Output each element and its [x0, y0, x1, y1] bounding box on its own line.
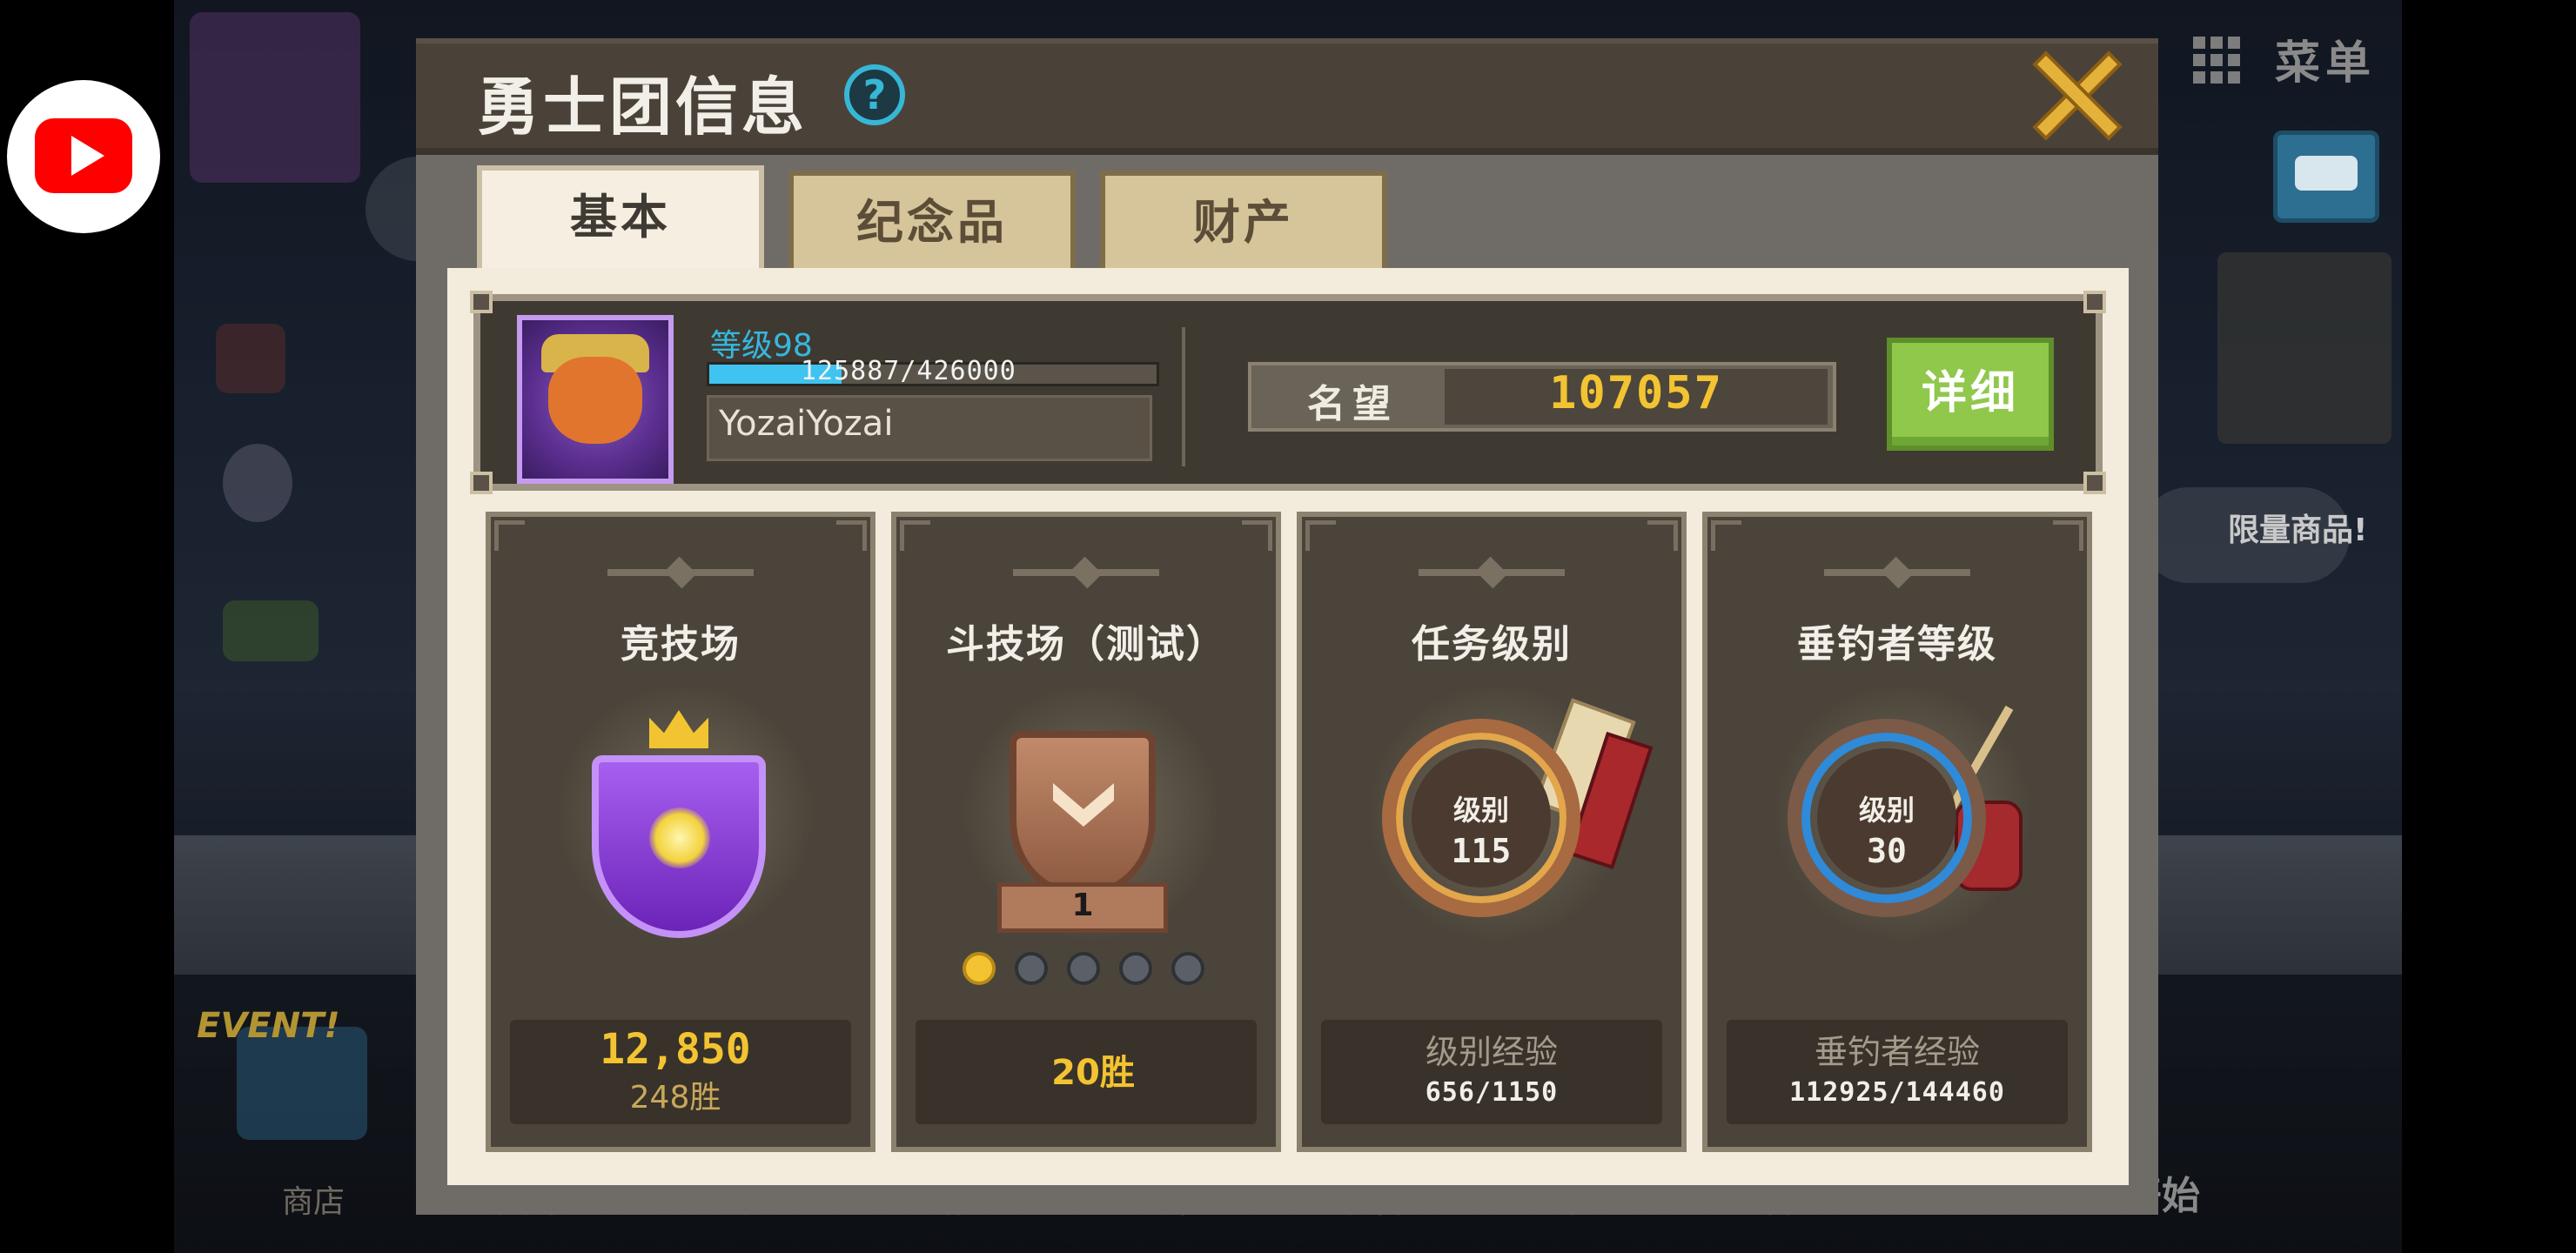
duel-rank: 1 — [1071, 888, 1094, 923]
level-label: 等级98 — [710, 328, 813, 364]
divider — [1182, 327, 1185, 466]
tab-basic[interactable]: 基本 — [477, 165, 764, 275]
card-ornament — [1013, 569, 1159, 576]
card-corner — [1711, 520, 1741, 551]
corner-ornament — [2083, 472, 2106, 494]
exp-text: 125887/426000 — [801, 356, 1016, 386]
card-corner — [1647, 520, 1678, 551]
quest-title: 任务级别 — [1412, 622, 1572, 667]
player-name: YozaiYozai — [719, 404, 894, 444]
duel-title: 斗技场（测试） — [946, 622, 1226, 667]
gamepad-icon[interactable] — [223, 600, 319, 661]
fishing-footer-value: 112925/144460 — [1789, 1077, 2005, 1108]
dialog-title: 勇士团信息 — [477, 70, 808, 144]
event-label: EVENT! — [197, 1006, 340, 1046]
card-corner — [1242, 520, 1272, 551]
corner-ornament — [470, 291, 493, 313]
menu-label[interactable]: 菜单 — [2275, 26, 2376, 91]
arena-score: 12,850 — [600, 1025, 751, 1074]
fishing-ring-label: 级别 — [1858, 794, 1915, 827]
nav-shop[interactable]: 商店 — [282, 1176, 345, 1222]
duel-pip — [1015, 952, 1048, 985]
corner-ornament — [470, 472, 493, 494]
chat-icon[interactable] — [2273, 131, 2379, 223]
duel-wins: 20胜 — [1051, 1053, 1135, 1093]
arena-wins: 248胜 — [629, 1080, 721, 1116]
card-corner — [836, 520, 867, 551]
card-ornament — [1824, 569, 1970, 576]
duel-pip — [1119, 952, 1152, 985]
card-corner — [1305, 520, 1336, 551]
close-icon[interactable] — [2029, 49, 2122, 141]
limited-shop-label: 限量商品! — [2228, 513, 2368, 548]
map-pin-icon[interactable] — [223, 444, 292, 522]
menu-grid-icon[interactable] — [2193, 37, 2240, 84]
arena-sun-icon — [649, 807, 710, 868]
arena-title: 竞技场 — [621, 622, 741, 667]
quest-footer-label: 级别经验 — [1425, 1033, 1558, 1071]
reputation-label: 名望 — [1307, 382, 1398, 426]
mail-icon[interactable] — [216, 324, 285, 393]
card-ornament — [607, 569, 754, 576]
profile-side-icon[interactable] — [190, 12, 360, 183]
detail-button[interactable]: 详细 — [1887, 338, 2054, 451]
tab-memorabilia[interactable]: 纪念品 — [788, 171, 1076, 273]
quest-ring-label: 级别 — [1452, 794, 1509, 827]
card-corner — [900, 520, 930, 551]
card-ornament — [1419, 569, 1565, 576]
youtube-play-icon — [71, 136, 104, 176]
tab-assets[interactable]: 财产 — [1100, 171, 1387, 273]
card-corner — [494, 520, 525, 551]
duel-pip — [1171, 952, 1204, 985]
quest-ring-level: 115 — [1451, 832, 1512, 870]
fishing-ring-level: 30 — [1867, 832, 1907, 870]
limited-shop-icon[interactable] — [2217, 252, 2392, 444]
help-icon[interactable]: ? — [844, 64, 905, 125]
fishing-footer-label: 垂钓者经验 — [1814, 1033, 1980, 1071]
card-corner — [2053, 520, 2083, 551]
corner-ornament — [2083, 291, 2106, 313]
fishing-title: 垂钓者等级 — [1797, 622, 1997, 667]
duel-pip — [963, 952, 996, 985]
quest-footer-value: 656/1150 — [1425, 1077, 1559, 1108]
reputation-value: 107057 — [1549, 367, 1723, 419]
duel-pip — [1067, 952, 1100, 985]
avatar-face — [548, 357, 642, 444]
